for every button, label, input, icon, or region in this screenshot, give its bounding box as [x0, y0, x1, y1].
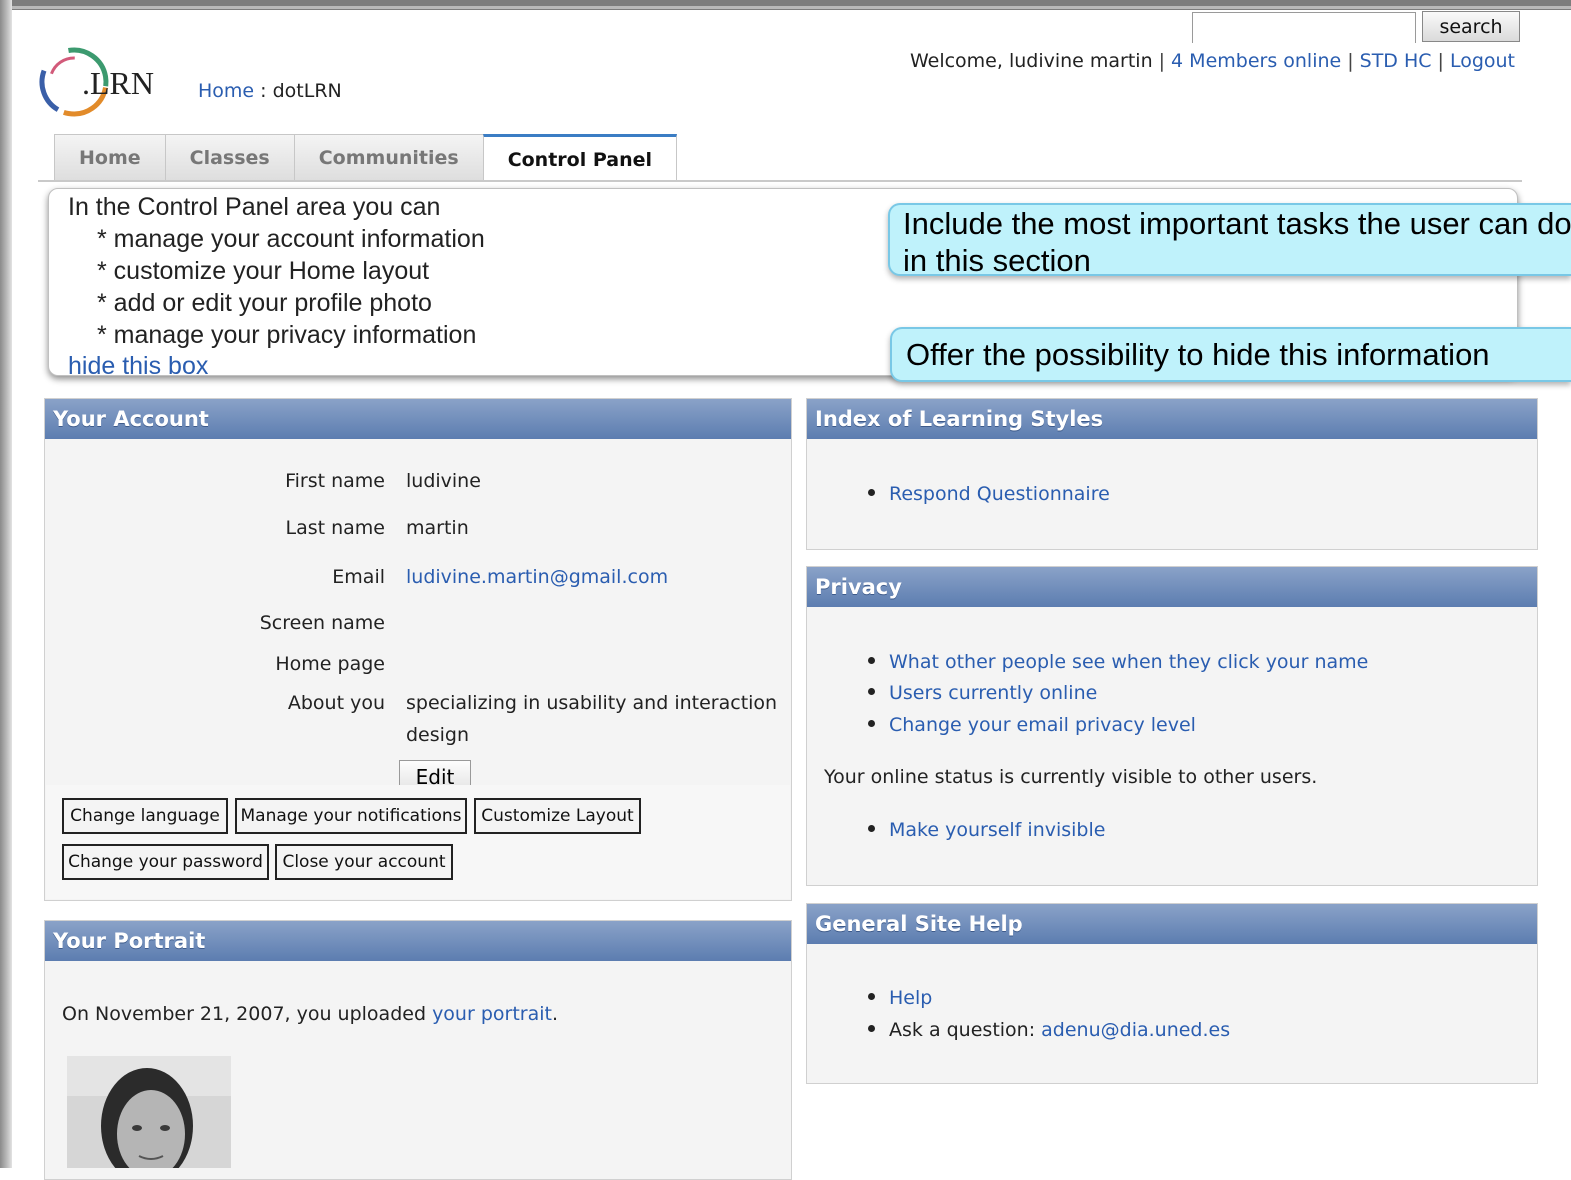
your-account-title: Your Account: [45, 399, 791, 439]
tab-home[interactable]: Home: [54, 134, 166, 180]
std-hc-link[interactable]: STD HC: [1360, 50, 1432, 72]
email-link[interactable]: ludivine.martin@gmail.com: [406, 566, 668, 588]
users-online-link[interactable]: Users currently online: [889, 682, 1097, 704]
what-others-see-link[interactable]: What other people see when they click yo…: [889, 651, 1368, 673]
window-frame-highlight: [10, 6, 1571, 9]
about-you-value-cont: design: [406, 724, 470, 746]
welcome-text: Welcome, ludivine martin: [909, 50, 1153, 72]
user-menu: Welcome, ludivine martin | 4 Members onlin…: [909, 50, 1515, 72]
hide-box-link[interactable]: hide this box: [68, 352, 208, 381]
dotlrn-logo[interactable]: .LRN: [38, 44, 178, 120]
tab-communities[interactable]: Communities: [293, 134, 484, 180]
tab-classes[interactable]: Classes: [164, 134, 295, 180]
list-item: Make yourself invisible: [868, 819, 1105, 841]
ask-question-label: Ask a question:: [889, 1019, 1036, 1041]
list-item: Change your email privacy level: [868, 714, 1196, 736]
portrait-photo[interactable]: [67, 1056, 231, 1168]
tab-divider: [38, 180, 1522, 182]
main-tabs: Home Classes Communities Control Panel: [54, 134, 678, 182]
list-item: Ask a question: adenu@dia.uned.es: [868, 1019, 1230, 1041]
respond-questionnaire-link[interactable]: Respond Questionnaire: [889, 483, 1110, 505]
tab-control-panel[interactable]: Control Panel: [482, 134, 678, 182]
window-frame-left: [0, 0, 12, 1168]
email-privacy-link[interactable]: Change your email privacy level: [889, 714, 1196, 736]
info-bullet: * customize your Home layout: [97, 257, 430, 285]
info-bullet: * manage your account information: [97, 225, 485, 253]
close-account-button[interactable]: Close your account: [275, 844, 453, 880]
list-item: Help: [868, 987, 932, 1009]
online-status-text: Your online status is currently visible …: [824, 766, 1318, 788]
list-item: What other people see when they click yo…: [868, 651, 1368, 673]
your-portrait-title: Your Portrait: [45, 921, 791, 961]
annotation-callout-tasks: Include the most important tasks the use…: [888, 203, 1571, 276]
privacy-title: Privacy: [807, 567, 1537, 607]
screen-name-label: Screen name: [259, 612, 385, 634]
last-name-value: martin: [406, 517, 469, 539]
change-password-button[interactable]: Change your password: [62, 844, 269, 880]
search-input[interactable]: [1192, 12, 1416, 43]
info-bullet: * add or edit your profile photo: [97, 289, 432, 317]
learning-styles-panel: Index of Learning Styles: [806, 398, 1538, 550]
breadcrumb-current: dotLRN: [272, 80, 342, 102]
breadcrumb: Home : dotLRN: [198, 80, 342, 102]
make-invisible-link[interactable]: Make yourself invisible: [889, 819, 1105, 841]
about-you-value: specializing in usability and interactio…: [406, 692, 778, 714]
email-label: Email: [332, 566, 385, 588]
manage-notifications-button[interactable]: Manage your notifications: [235, 798, 467, 834]
learning-styles-title: Index of Learning Styles: [807, 399, 1537, 439]
your-portrait-link[interactable]: your portrait: [432, 1003, 552, 1025]
home-page-label: Home page: [275, 653, 385, 675]
first-name-label: First name: [285, 470, 385, 492]
logout-link[interactable]: Logout: [1450, 50, 1515, 72]
site-help-title: General Site Help: [807, 904, 1537, 944]
ask-email-link[interactable]: adenu@dia.uned.es: [1041, 1019, 1230, 1041]
members-online-link[interactable]: 4 Members online: [1171, 50, 1341, 72]
portrait-upload-text: On November 21, 2007, you uploaded your …: [62, 1003, 559, 1025]
change-language-button[interactable]: Change language: [62, 798, 228, 834]
customize-layout-button[interactable]: Customize Layout: [474, 798, 641, 834]
about-you-label: About you: [287, 692, 385, 714]
logo-text: .LRN: [82, 65, 154, 101]
list-item: Respond Questionnaire: [868, 483, 1110, 505]
annotation-callout-hide: Offer the possibility to hide this infor…: [890, 327, 1571, 382]
help-link[interactable]: Help: [889, 987, 932, 1009]
search-button[interactable]: search: [1422, 11, 1520, 42]
info-bullet: * manage your privacy information: [97, 321, 477, 349]
last-name-label: Last name: [285, 517, 386, 539]
info-intro: In the Control Panel area you can: [68, 193, 441, 221]
breadcrumb-home-link[interactable]: Home: [198, 80, 254, 102]
list-item: Users currently online: [868, 682, 1097, 704]
first-name-value: ludivine: [406, 470, 481, 492]
